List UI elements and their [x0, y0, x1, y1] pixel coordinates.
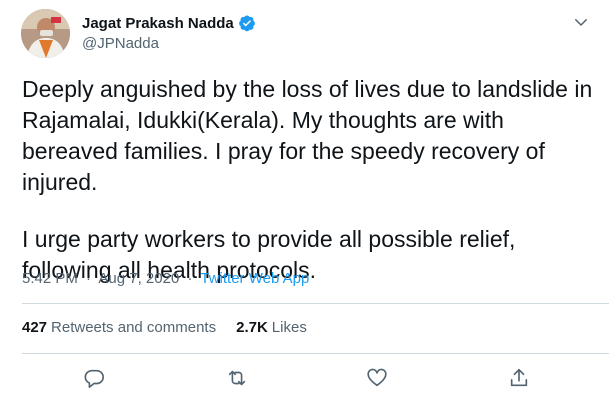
- retweet-icon: [228, 370, 246, 386]
- like-button[interactable]: [365, 366, 389, 390]
- retweets-count: 427: [22, 319, 48, 336]
- retweets-stat[interactable]: 427 Retweets and comments: [22, 319, 216, 336]
- tweet-meta: 5:42 PM · Aug 7, 2020 · Twitter Web App: [22, 270, 309, 287]
- chevron-down-icon[interactable]: [572, 13, 590, 31]
- divider: [22, 353, 609, 354]
- avatar[interactable]: [21, 9, 70, 58]
- tweet-text: Deeply anguished by the loss of lives du…: [22, 74, 597, 286]
- share-icon: [510, 368, 528, 387]
- likes-count: 2.7K: [236, 319, 268, 336]
- tweet-source-link[interactable]: Twitter Web App: [200, 270, 309, 287]
- avatar-image: [21, 9, 70, 58]
- tweet-date[interactable]: Aug 7, 2020: [98, 270, 179, 287]
- author-handle[interactable]: @JPNadda: [82, 35, 256, 52]
- retweet-button[interactable]: [225, 366, 249, 390]
- divider: [22, 303, 609, 304]
- retweets-label: Retweets and comments: [51, 319, 217, 336]
- heart-icon: [367, 368, 387, 387]
- share-button[interactable]: [507, 366, 531, 390]
- reply-icon: [84, 369, 104, 388]
- author-block: Jagat Prakash Nadda @JPNadda: [82, 12, 256, 52]
- tweet-card: Jagat Prakash Nadda @JPNadda Deeply angu…: [0, 0, 609, 400]
- likes-stat[interactable]: 2.7K Likes: [236, 319, 307, 336]
- tweet-time[interactable]: 5:42 PM: [22, 270, 78, 287]
- likes-label: Likes: [271, 319, 307, 336]
- verified-badge-icon: [238, 14, 256, 32]
- meta-separator: ·: [86, 270, 92, 287]
- tweet-paragraph-1: Deeply anguished by the loss of lives du…: [22, 76, 593, 195]
- reply-button[interactable]: [82, 366, 106, 390]
- tweet-stats: 427 Retweets and comments 2.7K Likes: [22, 319, 307, 336]
- meta-separator: ·: [187, 270, 193, 287]
- author-name[interactable]: Jagat Prakash Nadda: [82, 15, 234, 32]
